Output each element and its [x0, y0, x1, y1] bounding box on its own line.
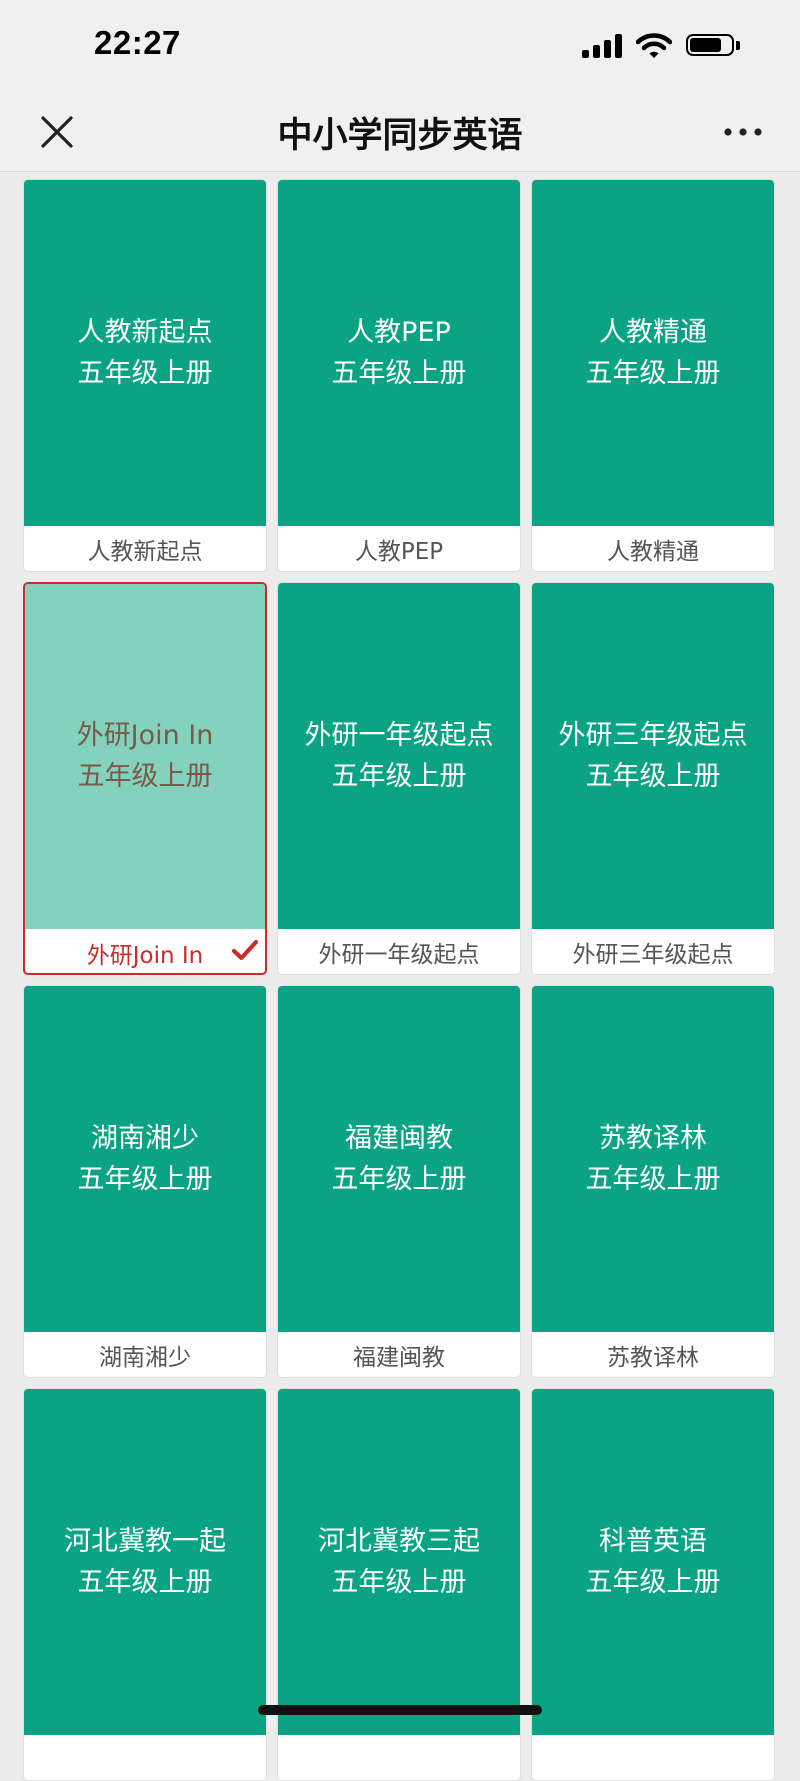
book-card-11[interactable]: 科普英语 五年级上册 — [531, 1388, 775, 1781]
cover-title: 湖南湘少 — [91, 1123, 199, 1154]
cover-grade: 五年级上册 — [331, 358, 467, 389]
cover-grade: 五年级上册 — [77, 358, 213, 389]
book-cover: 人教精通 五年级上册 — [532, 180, 774, 526]
cover-title: 外研一年级起点 — [304, 720, 494, 751]
book-caption: 外研一年级起点 — [318, 942, 480, 968]
cover-title: 人教PEP — [347, 317, 451, 348]
book-cover: 外研三年级起点 五年级上册 — [532, 583, 774, 929]
cover-title: 科普英语 — [599, 1526, 707, 1557]
cover-grade: 五年级上册 — [585, 761, 721, 792]
book-caption: 外研Join In — [86, 943, 204, 969]
book-caption: 外研三年级起点 — [572, 942, 734, 968]
more-button[interactable] — [720, 109, 766, 155]
book-card-8[interactable]: 苏教译林 五年级上册 苏教译林 — [531, 985, 775, 1378]
book-caption — [24, 1735, 266, 1780]
nav-bar: 中小学同步英语 — [0, 95, 800, 172]
battery-level — [690, 38, 721, 52]
book-card-6[interactable]: 湖南湘少 五年级上册 湖南湘少 — [23, 985, 267, 1378]
book-caption: 福建闽教 — [353, 1345, 445, 1371]
book-caption — [278, 1735, 520, 1780]
book-card-10[interactable]: 河北冀教三起 五年级上册 — [277, 1388, 521, 1781]
book-card-4[interactable]: 外研一年级起点 五年级上册 外研一年级起点 — [277, 582, 521, 975]
page-title: 中小学同步英语 — [277, 116, 523, 156]
cellular-signal-icon — [582, 34, 622, 58]
book-cover: 苏教译林 五年级上册 — [532, 986, 774, 1332]
cover-grade: 五年级上册 — [585, 1164, 721, 1195]
book-card-9[interactable]: 河北冀教一起 五年级上册 — [23, 1388, 267, 1781]
cover-grade: 五年级上册 — [585, 358, 721, 389]
book-cover: 人教PEP 五年级上册 — [278, 180, 520, 526]
cover-grade: 五年级上册 — [585, 1567, 721, 1598]
book-cover: 人教新起点 五年级上册 — [24, 180, 266, 526]
book-card-5[interactable]: 外研三年级起点 五年级上册 外研三年级起点 — [531, 582, 775, 975]
status-time: 22:27 — [94, 24, 181, 61]
more-icon — [724, 128, 762, 136]
cover-grade: 五年级上册 — [77, 1567, 213, 1598]
book-cover: 湖南湘少 五年级上册 — [24, 986, 266, 1332]
wifi-icon — [636, 33, 672, 58]
book-cover: 河北冀教一起 五年级上册 — [24, 1389, 266, 1735]
cover-title: 福建闽教 — [345, 1123, 453, 1154]
book-card-2[interactable]: 人教精通 五年级上册 人教精通 — [531, 179, 775, 572]
textbook-grid: 人教新起点 五年级上册 人教新起点 人教PEP 五年级上册 人教PEP 人教精通… — [23, 179, 777, 1781]
cover-title: 河北冀教一起 — [64, 1526, 226, 1557]
book-caption: 人教新起点 — [87, 539, 203, 565]
cover-grade: 五年级上册 — [331, 761, 467, 792]
book-cover: 科普英语 五年级上册 — [532, 1389, 774, 1735]
cover-title: 外研三年级起点 — [558, 720, 748, 751]
status-icons — [582, 33, 740, 59]
book-caption — [532, 1735, 774, 1780]
cover-grade: 五年级上册 — [77, 1164, 213, 1195]
book-card-0[interactable]: 人教新起点 五年级上册 人教新起点 — [23, 179, 267, 572]
book-caption: 湖南湘少 — [99, 1345, 191, 1371]
book-card-1[interactable]: 人教PEP 五年级上册 人教PEP — [277, 179, 521, 572]
book-cover: 河北冀教三起 五年级上册 — [278, 1389, 520, 1735]
book-card-3-selected[interactable]: 外研Join In 五年级上册 外研Join In — [23, 582, 267, 975]
battery-icon — [686, 34, 740, 58]
cover-title: 外研Join In — [76, 720, 214, 751]
cover-title: 人教精通 — [599, 317, 707, 348]
checkmark-icon — [232, 939, 258, 961]
home-indicator[interactable] — [258, 1705, 542, 1715]
cover-title: 河北冀教三起 — [318, 1526, 480, 1557]
book-cover: 外研一年级起点 五年级上册 — [278, 583, 520, 929]
book-cover: 福建闽教 五年级上册 — [278, 986, 520, 1332]
book-card-7[interactable]: 福建闽教 五年级上册 福建闽教 — [277, 985, 521, 1378]
book-caption: 苏教译林 — [607, 1345, 699, 1371]
cover-title: 人教新起点 — [77, 317, 213, 348]
cover-grade: 五年级上册 — [331, 1567, 467, 1598]
status-bar: 22:27 — [0, 0, 800, 95]
book-caption: 人教精通 — [607, 539, 699, 565]
cover-grade: 五年级上册 — [331, 1164, 467, 1195]
book-caption: 人教PEP — [354, 539, 444, 565]
cover-title: 苏教译林 — [599, 1123, 707, 1154]
cover-grade: 五年级上册 — [77, 761, 213, 792]
book-cover: 外研Join In 五年级上册 — [25, 584, 265, 929]
